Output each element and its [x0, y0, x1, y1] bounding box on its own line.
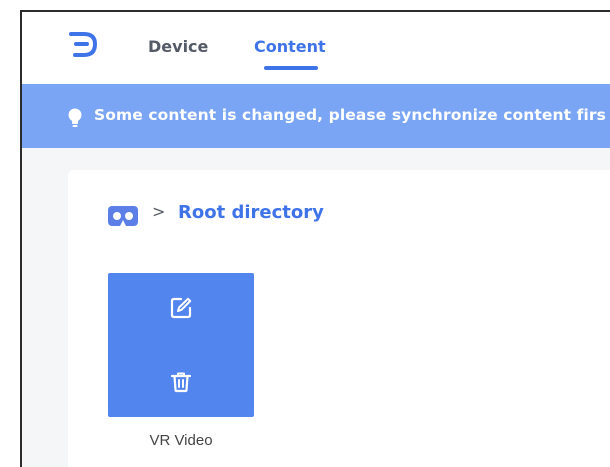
tab-content[interactable]: Content: [254, 37, 326, 56]
sync-notice-banner: Some content is changed, please synchron…: [22, 84, 610, 148]
app-window: Device Content Some content is changed, …: [20, 10, 610, 467]
active-tab-indicator: [264, 66, 318, 70]
delete-button[interactable]: [166, 367, 196, 397]
breadcrumb-root-directory[interactable]: Root directory: [178, 202, 324, 223]
vr-headset-icon[interactable]: [108, 206, 138, 226]
content-item-label: VR Video: [149, 432, 213, 449]
content-item-card[interactable]: [108, 273, 254, 417]
edit-button[interactable]: [166, 293, 196, 323]
sync-notice-text: Some content is changed, please synchron…: [94, 106, 606, 124]
tab-device[interactable]: Device: [148, 37, 208, 56]
lightbulb-icon: [68, 108, 82, 127]
top-navigation: Device Content: [22, 12, 610, 84]
breadcrumb-separator: >: [152, 202, 166, 221]
app-logo-icon[interactable]: [68, 29, 98, 59]
trash-icon: [170, 372, 192, 393]
content-panel: > Root directory VR Video: [68, 170, 610, 467]
edit-icon: [170, 297, 192, 319]
